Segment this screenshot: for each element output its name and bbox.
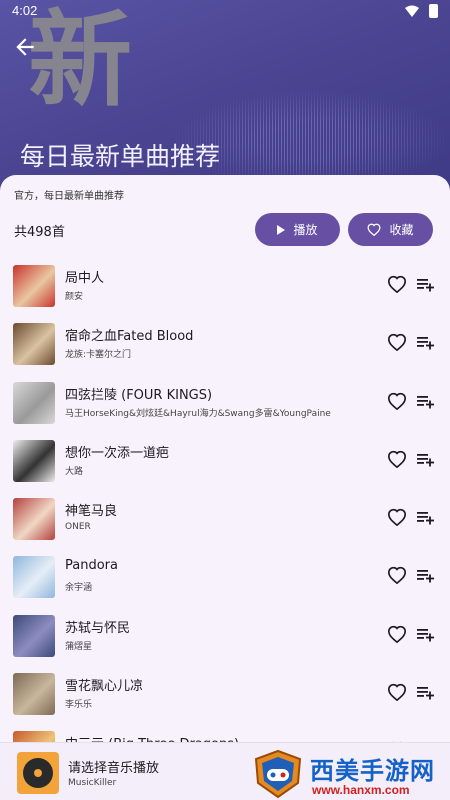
like-heart-icon[interactable] <box>387 450 407 468</box>
header-banner: 新 每日最新单曲推荐 <box>0 0 450 200</box>
song-title: 雪花飘心儿凉 <box>65 679 144 695</box>
favorite-playlist-button[interactable]: 收藏 <box>348 213 433 246</box>
song-count: 共498首 <box>14 225 65 240</box>
add-to-queue-icon[interactable] <box>417 277 435 292</box>
play-icon <box>277 224 286 235</box>
playlist-sheet: 官方，每日最新单曲推荐 共498首 播放 收藏 局中人颜安宿命之血Fated B… <box>0 175 450 800</box>
player-subtitle: MusicKiller <box>68 778 117 788</box>
song-row[interactable]: 四弦拦陵 (FOUR KINGS) 马王HorseKing&刘炫廷&Hayrul海… <box>0 376 450 434</box>
song-artist: 龙族:卡塞尔之门 <box>65 350 132 361</box>
add-to-queue-icon[interactable] <box>417 335 435 350</box>
play-button-label: 播放 <box>293 223 318 237</box>
vinyl-disc-icon <box>23 758 53 788</box>
watermark-text: 西美手游网 <box>310 757 435 785</box>
song-row[interactable]: 宿命之血Fated Blood 龙族:卡塞尔之门 <box>0 317 450 375</box>
song-artist: 蒲熠星 <box>65 641 93 652</box>
wifi-icon <box>405 5 419 17</box>
song-artist: 余宇涵 <box>65 583 93 594</box>
like-heart-icon[interactable] <box>387 275 407 293</box>
favorite-button-label: 收藏 <box>389 223 414 237</box>
page-title: 每日最新单曲推荐 <box>20 142 221 171</box>
heart-outline-icon <box>368 223 381 236</box>
song-cover-image <box>13 556 55 599</box>
mini-player[interactable]: 请选择音乐播放 MusicKiller 西美手游网 www.hanxm.com <box>0 742 450 800</box>
song-row[interactable]: 雪花飘心儿凉 李乐乐 <box>0 667 450 725</box>
playlist-description: 官方，每日最新单曲推荐 <box>14 191 124 202</box>
status-time: 4:02 <box>12 3 38 18</box>
song-row[interactable]: 神笔马良 ONER <box>0 492 450 550</box>
song-title: Pandora <box>65 558 118 574</box>
song-artist: 马王HorseKing&刘炫廷&Hayrul海力&Swang多雷&YoungPa… <box>65 408 331 419</box>
watermark: 西美手游网 www.hanxm.com <box>252 749 448 799</box>
back-arrow-icon[interactable] <box>12 34 38 60</box>
song-title: 局中人 <box>65 271 105 286</box>
like-heart-icon[interactable] <box>387 333 407 352</box>
play-all-button[interactable]: 播放 <box>255 213 340 246</box>
status-bar: 4:02 <box>0 0 450 22</box>
like-heart-icon[interactable] <box>387 392 407 410</box>
like-heart-icon[interactable] <box>387 508 407 527</box>
song-title: 宿命之血Fated Blood <box>65 329 194 345</box>
add-to-queue-icon[interactable] <box>417 510 435 525</box>
song-row[interactable]: 苏轼与怀民 蒲熠星 <box>0 609 450 667</box>
like-heart-icon[interactable] <box>387 566 407 585</box>
song-cover-image <box>13 498 55 541</box>
song-row[interactable]: Pandora 余宇涵 <box>0 550 450 608</box>
add-to-queue-icon[interactable] <box>417 394 435 409</box>
add-to-queue-icon[interactable] <box>417 452 435 467</box>
player-title: 请选择音乐播放 <box>68 761 160 776</box>
song-row[interactable]: 想你一次添一道疤大路 <box>0 434 450 492</box>
song-cover-image <box>13 323 55 366</box>
song-title: 神笔马良 <box>65 504 118 520</box>
song-cover-image <box>13 439 55 482</box>
watermark-url: www.hanxm.com <box>312 783 410 797</box>
song-title: 四弦拦陵 (FOUR KINGS) <box>65 387 213 403</box>
song-title: 苏轼与怀民 <box>65 620 131 636</box>
song-list: 局中人颜安宿命之血Fated Blood 龙族:卡塞尔之门四弦拦陵 (FOUR K… <box>0 259 450 784</box>
song-title: 想你一次添一道疤 <box>65 445 170 461</box>
song-cover-image <box>13 381 55 424</box>
song-artist: 李乐乐 <box>65 700 93 711</box>
song-artist: ONER <box>65 522 91 533</box>
song-artist: 大路 <box>65 466 84 477</box>
song-cover-image <box>13 614 55 657</box>
like-heart-icon[interactable] <box>387 683 407 702</box>
song-cover-image <box>13 265 55 307</box>
add-to-queue-icon[interactable] <box>417 568 435 583</box>
player-album-art[interactable] <box>17 752 59 794</box>
status-icons <box>405 4 438 18</box>
song-row[interactable]: 局中人 颜安 <box>0 259 450 317</box>
battery-icon <box>429 4 438 18</box>
like-heart-icon[interactable] <box>387 625 407 643</box>
song-cover-image <box>13 673 55 716</box>
watermark-gamepad-logo <box>254 749 302 799</box>
song-artist: 颜安 <box>65 292 84 302</box>
add-to-queue-icon[interactable] <box>417 685 435 700</box>
add-to-queue-icon[interactable] <box>417 627 435 642</box>
